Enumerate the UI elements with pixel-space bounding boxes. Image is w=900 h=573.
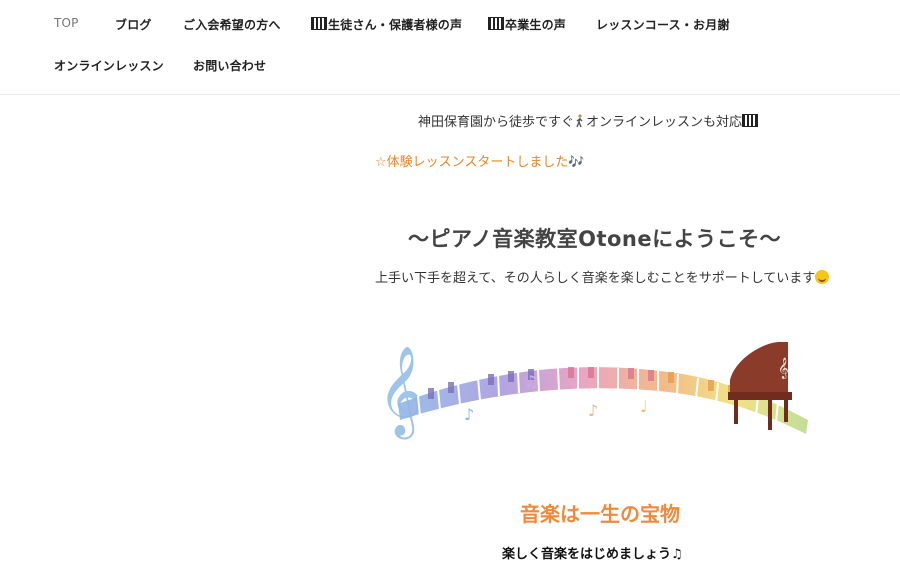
page-title: 〜ピアノ音楽教室Otoneにようこそ〜: [408, 227, 782, 251]
intro-text: 上手い下手を超えて、その人らしく音楽を楽しむことをサポートしています: [375, 271, 816, 286]
intro-paragraph: 上手い下手を超えて、その人らしく音楽を楽しむことをサポートしています: [375, 268, 835, 289]
smile-emoji-icon: [815, 270, 830, 284]
walking-person-icon: [574, 114, 586, 132]
access-note-text: 神田保育園から徒歩ですぐ: [418, 115, 575, 130]
trial-lesson-notice: ☆体験レッスンスタートしました🎶: [375, 155, 585, 170]
online-note-text: オンラインレッスンも対応: [586, 115, 743, 130]
svg-text:𝄞: 𝄞: [778, 358, 789, 379]
section-heading: 音楽は一生の宝物: [520, 502, 680, 526]
section-tagline: 楽しく音楽をはじめましょう♫: [502, 547, 683, 562]
svg-text:♩: ♩: [640, 397, 648, 416]
treble-clef-icon: 𝄞: [378, 346, 424, 440]
access-note: 神田保育園から徒歩ですぐ オンラインレッスンも対応: [418, 111, 759, 132]
svg-text:♪: ♪: [464, 405, 474, 424]
piano-keyboard-icon: [742, 114, 759, 127]
piano-keyboard-banner: 𝄞 ♪ ♫ ♪ ♩ 𝄞: [378, 342, 808, 440]
svg-text:♫: ♫: [524, 372, 538, 391]
svg-text:♪: ♪: [588, 401, 598, 420]
main-content: 神田保育園から徒歩ですぐ オンラインレッスンも対応 ☆体験レッスンスタートしまし…: [0, 0, 900, 573]
